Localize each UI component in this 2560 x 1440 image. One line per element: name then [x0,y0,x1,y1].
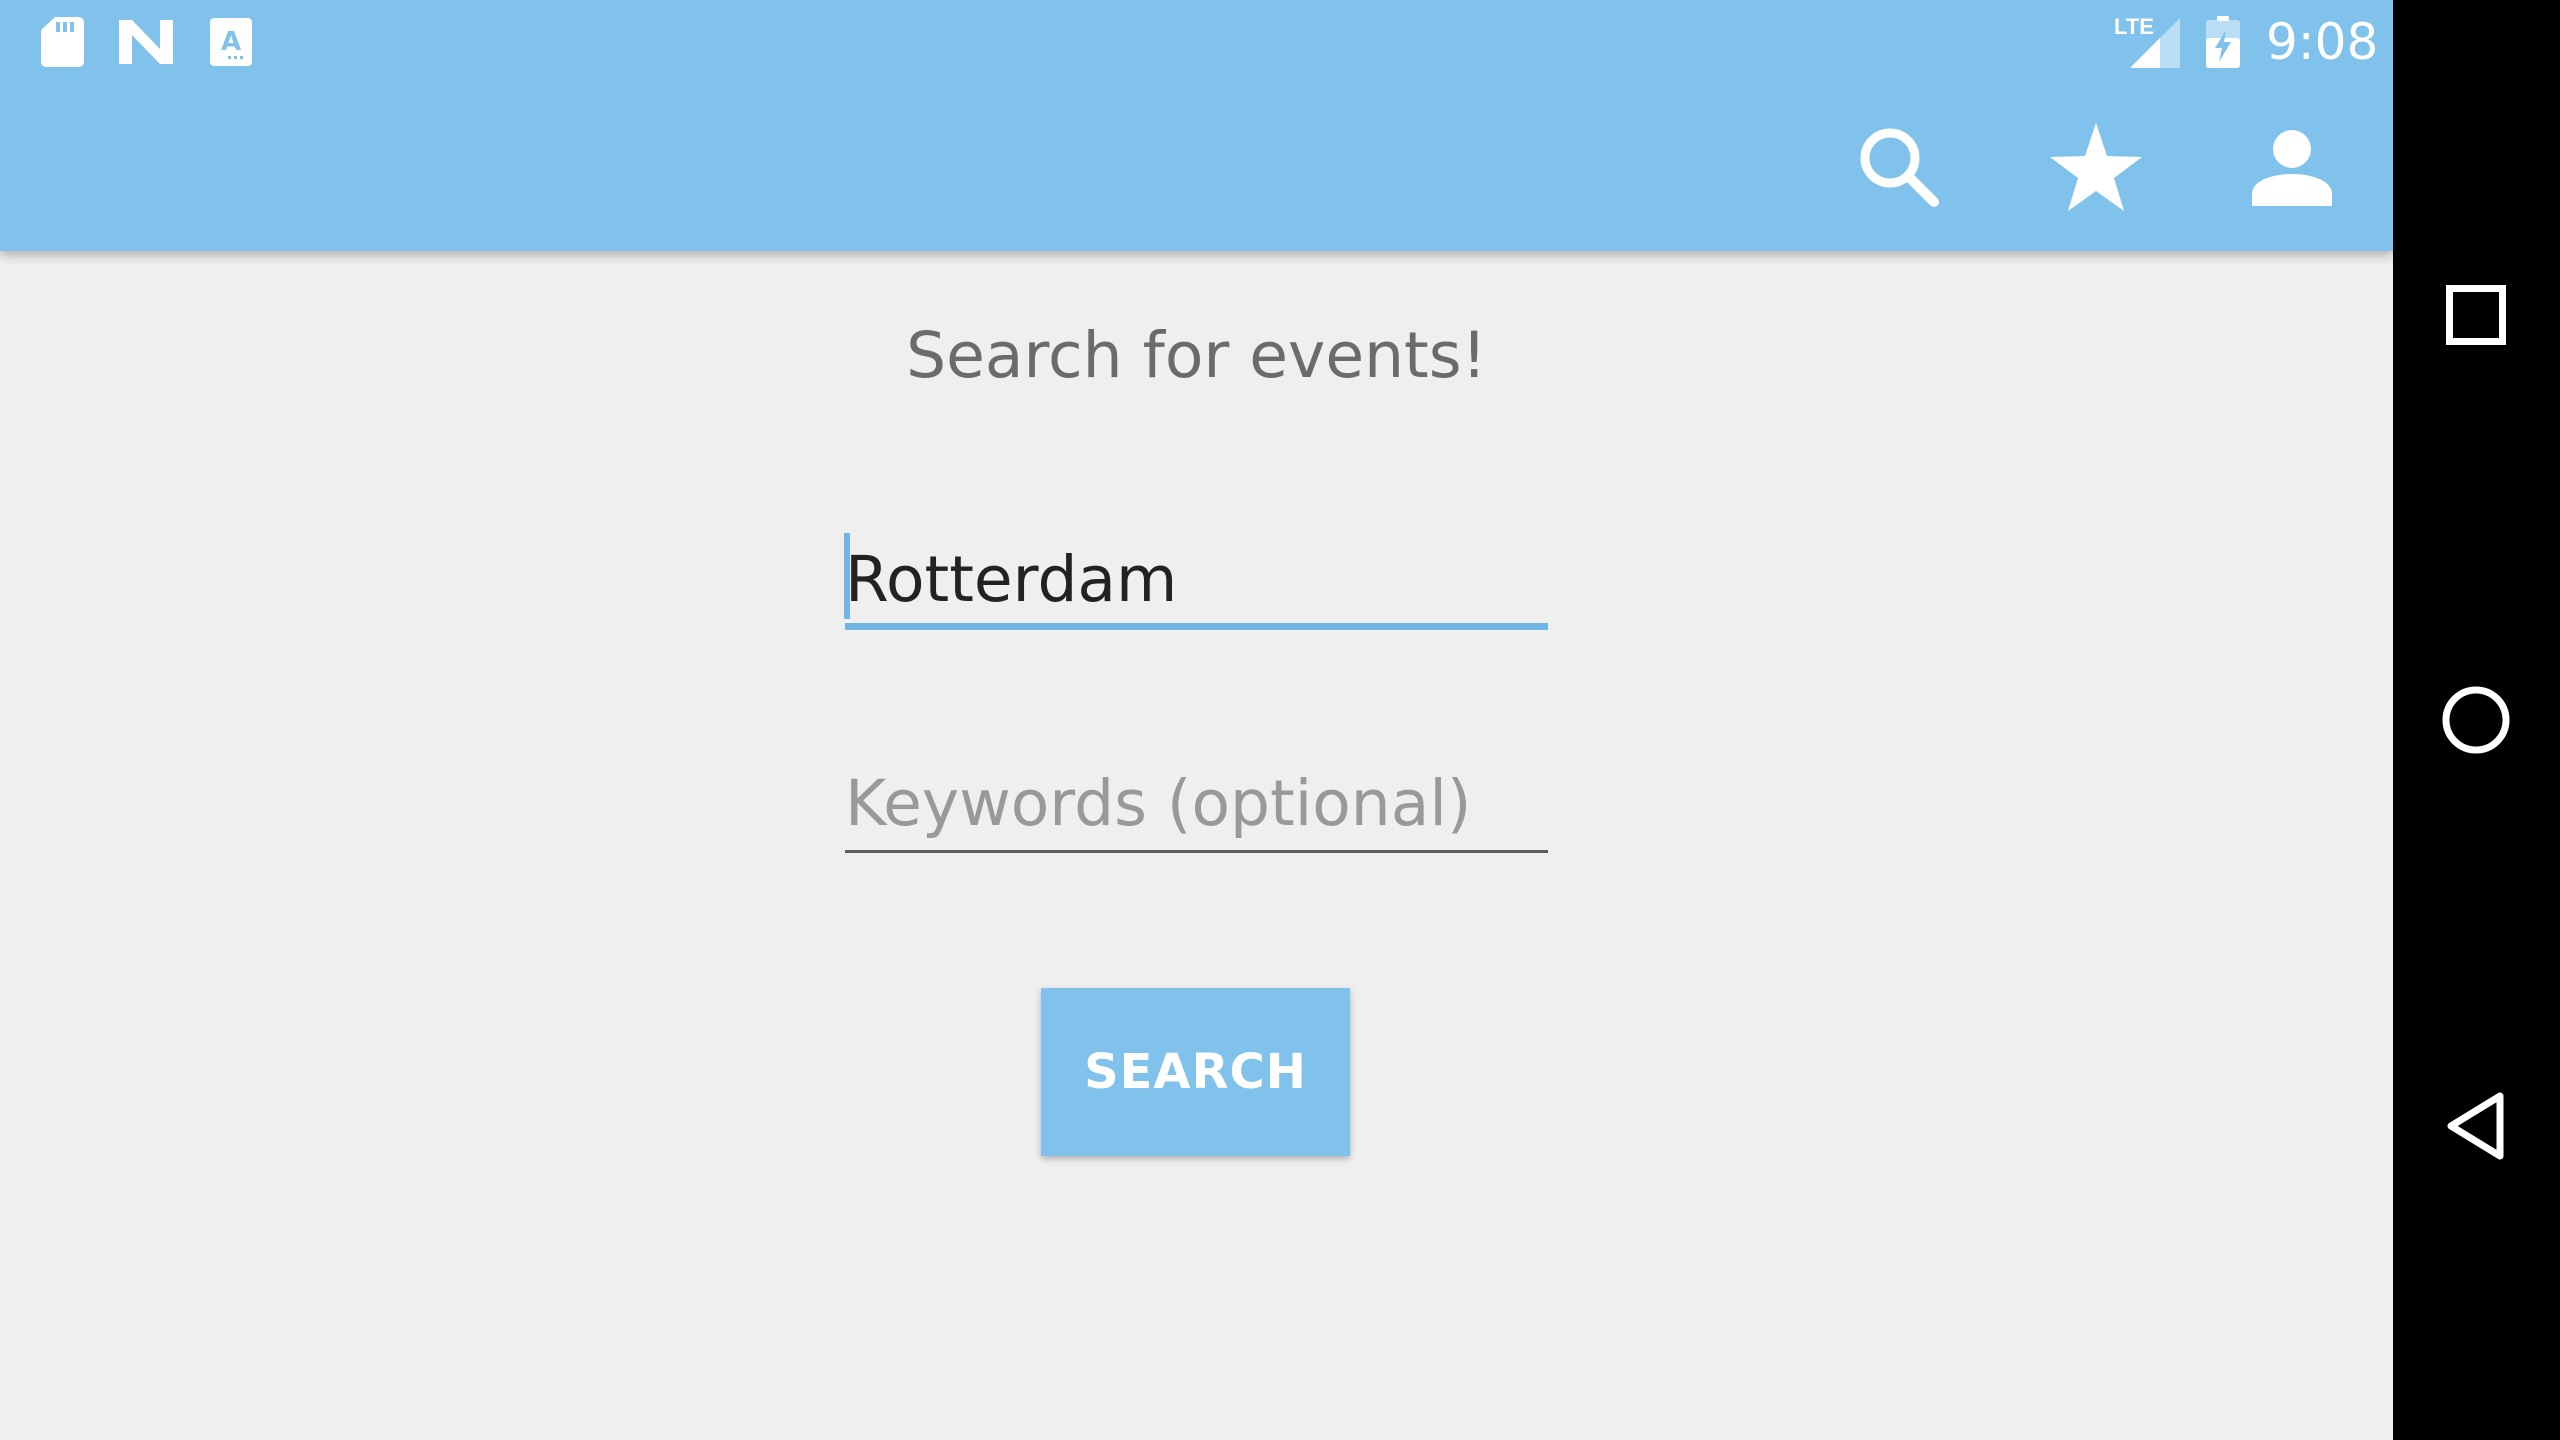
location-input-value: Rotterdam [845,543,1178,616]
search-action-button[interactable] [1848,116,1952,220]
app-screen: A LTE 9:08 Search for events! Rotterdam … [0,0,2393,1440]
back-triangle-icon [2447,1092,2504,1160]
sd-card-icon [41,17,84,67]
keywords-input-underline [845,850,1548,853]
home-button[interactable] [2416,660,2536,780]
navigation-bar [2393,0,2560,1440]
location-input[interactable]: Rotterdam [844,530,1548,632]
lte-signal-icon: LTE [2114,14,2180,68]
network-type-label: LTE [2114,14,2154,39]
account-action-button[interactable] [2240,116,2344,220]
account-icon [2252,130,2332,206]
search-icon [1860,128,1939,207]
battery-charging-icon [2206,16,2240,68]
keywords-input[interactable]: Keywords (optional) [845,764,1548,856]
recents-square-icon [2446,285,2506,345]
favorites-action-button[interactable] [2044,116,2148,220]
text-cursor [844,533,850,619]
back-button[interactable] [2416,1066,2536,1186]
svg-text:A: A [221,27,241,57]
keyboard-a-icon: A [210,18,252,66]
app-bar: A LTE 9:08 [0,0,2393,251]
star-icon [2050,123,2142,211]
n-logo-icon [119,20,173,64]
location-input-underline [845,623,1548,630]
search-button[interactable]: SEARCH [1041,988,1350,1156]
keywords-input-placeholder: Keywords (optional) [845,767,1472,840]
home-circle-icon [2442,686,2510,754]
page-heading: Search for events! [906,319,1487,392]
status-time: 9:08 [2266,13,2379,71]
recents-button[interactable] [2416,255,2536,375]
